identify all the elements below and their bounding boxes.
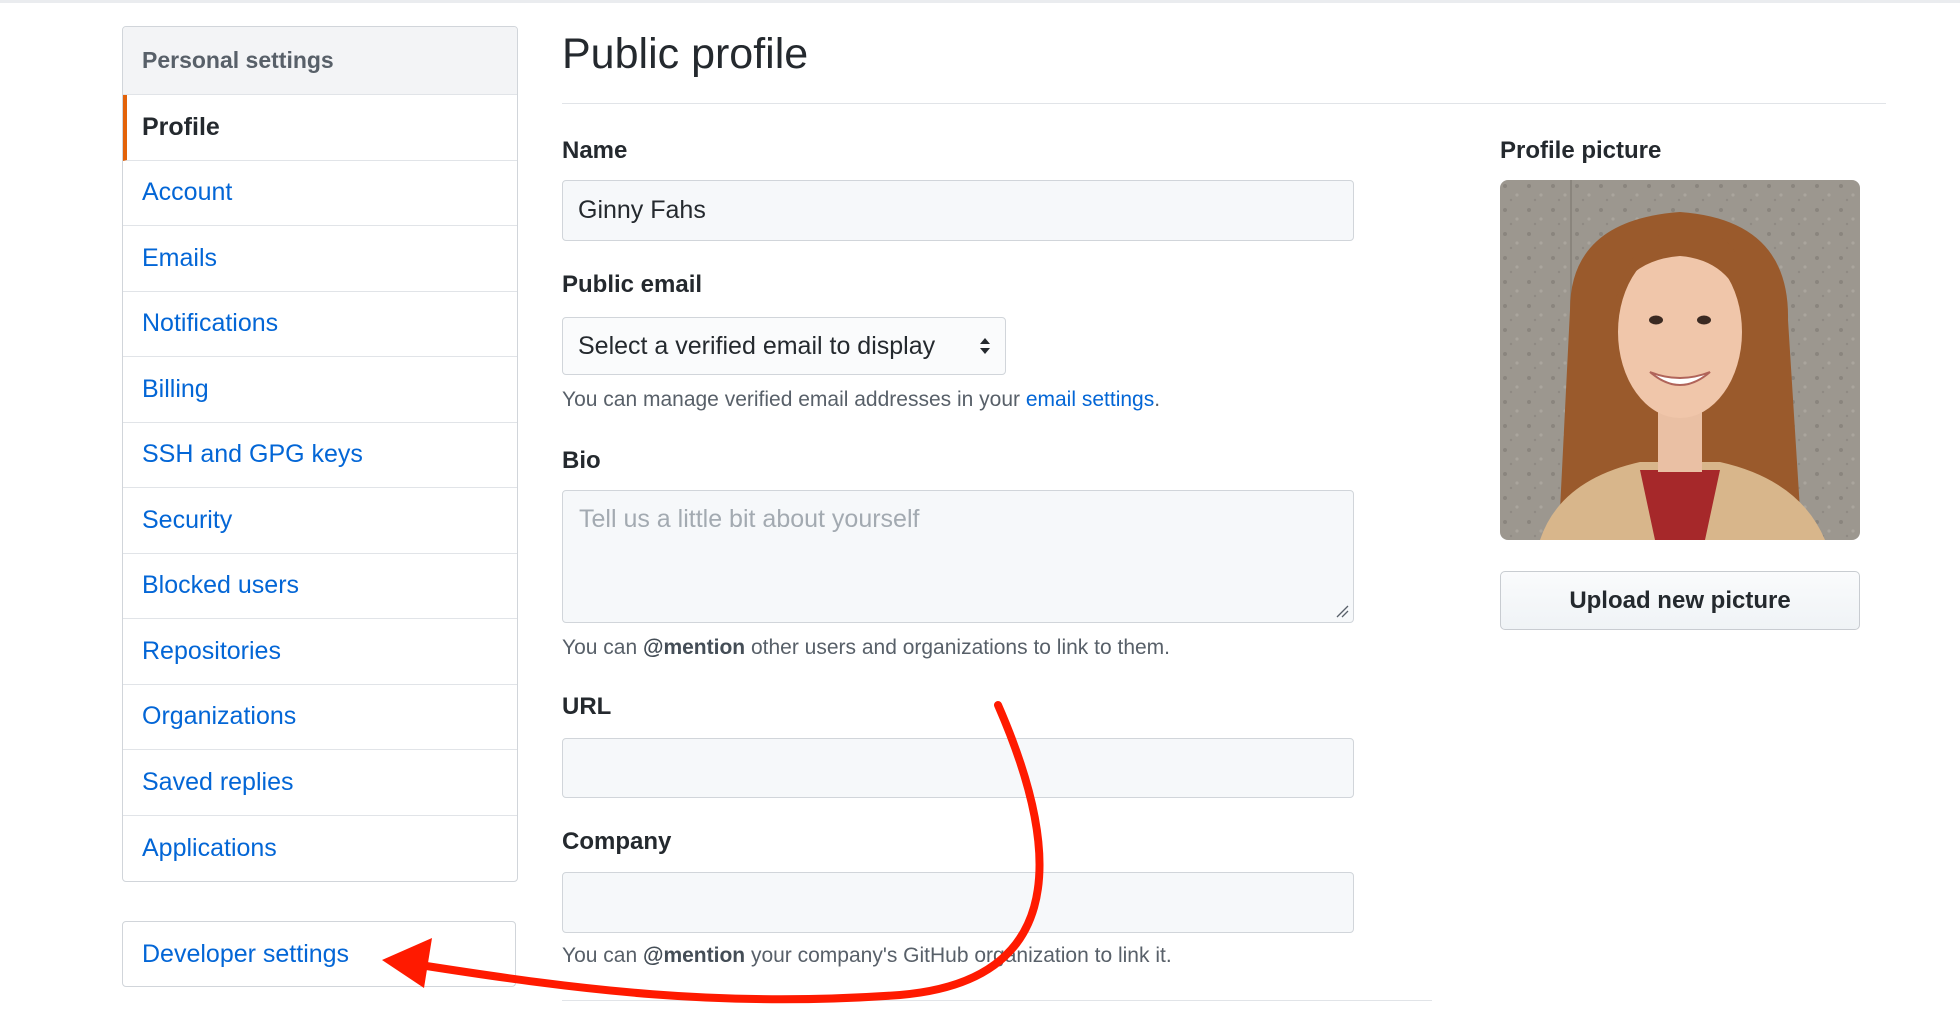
- name-label: Name: [562, 137, 628, 164]
- sidebar-header: Personal settings: [123, 27, 517, 95]
- bottom-divider: [562, 1000, 1432, 1001]
- public-email-note-text: You can manage verified email addresses …: [562, 388, 1026, 411]
- sidebar-item-organizations[interactable]: Organizations: [123, 685, 517, 750]
- public-email-note: You can manage verified email addresses …: [562, 388, 1160, 412]
- sidebar-item-saved-replies[interactable]: Saved replies: [123, 750, 517, 816]
- sidebar-item-blocked-users[interactable]: Blocked users: [123, 554, 517, 619]
- page-title: Public profile: [562, 30, 809, 78]
- bio-note-suffix: other users and organizations to link to…: [745, 636, 1171, 659]
- select-caret-icon: [980, 338, 990, 354]
- company-note: You can @mention your company's GitHub o…: [562, 944, 1172, 968]
- bio-textarea[interactable]: Tell us a little bit about yourself: [562, 490, 1354, 623]
- profile-picture-label: Profile picture: [1500, 137, 1662, 164]
- company-note-suffix: your company's GitHub organization to li…: [745, 944, 1172, 967]
- sidebar-item-account[interactable]: Account: [123, 161, 517, 226]
- company-note-mention: @mention: [642, 944, 746, 967]
- public-email-label: Public email: [562, 271, 703, 298]
- sidebar-item-repositories[interactable]: Repositories: [123, 619, 517, 685]
- sidebar-item-ssh-gpg-keys[interactable]: SSH and GPG keys: [123, 423, 517, 488]
- sidebar-item-emails[interactable]: Emails: [123, 226, 517, 292]
- company-note-prefix: You can: [562, 944, 643, 967]
- resize-handle-icon[interactable]: [1335, 604, 1349, 618]
- sidebar-item-developer-settings[interactable]: Developer settings: [122, 921, 516, 987]
- url-input[interactable]: [562, 738, 1354, 798]
- sidebar-item-billing[interactable]: Billing: [123, 357, 517, 423]
- sidebar-item-applications[interactable]: Applications: [123, 816, 517, 882]
- email-settings-link[interactable]: email settings: [1026, 388, 1154, 411]
- bio-label: Bio: [562, 447, 601, 474]
- sidebar-item-profile[interactable]: Profile: [123, 95, 517, 161]
- public-email-note-suffix: .: [1154, 388, 1161, 411]
- bio-placeholder: Tell us a little bit about yourself: [579, 505, 920, 533]
- name-input[interactable]: [562, 180, 1354, 241]
- company-input[interactable]: [562, 872, 1354, 933]
- public-email-selected: Select a verified email to display: [578, 331, 936, 360]
- url-label: URL: [562, 693, 612, 720]
- avatar: [1500, 180, 1860, 540]
- sidebar-item-security[interactable]: Security: [123, 488, 517, 554]
- top-border: [0, 0, 1960, 3]
- upload-picture-button[interactable]: Upload new picture: [1500, 571, 1860, 630]
- settings-sidebar: Personal settings Profile Account Emails…: [122, 26, 518, 882]
- bio-note-prefix: You can: [562, 636, 643, 659]
- sidebar-item-notifications[interactable]: Notifications: [123, 292, 517, 357]
- company-label: Company: [562, 828, 672, 855]
- bio-note-mention: @mention: [642, 636, 746, 659]
- bio-note: You can @mention other users and organiz…: [562, 636, 1170, 660]
- title-divider: [562, 103, 1886, 104]
- public-email-select[interactable]: Select a verified email to display: [562, 317, 1006, 375]
